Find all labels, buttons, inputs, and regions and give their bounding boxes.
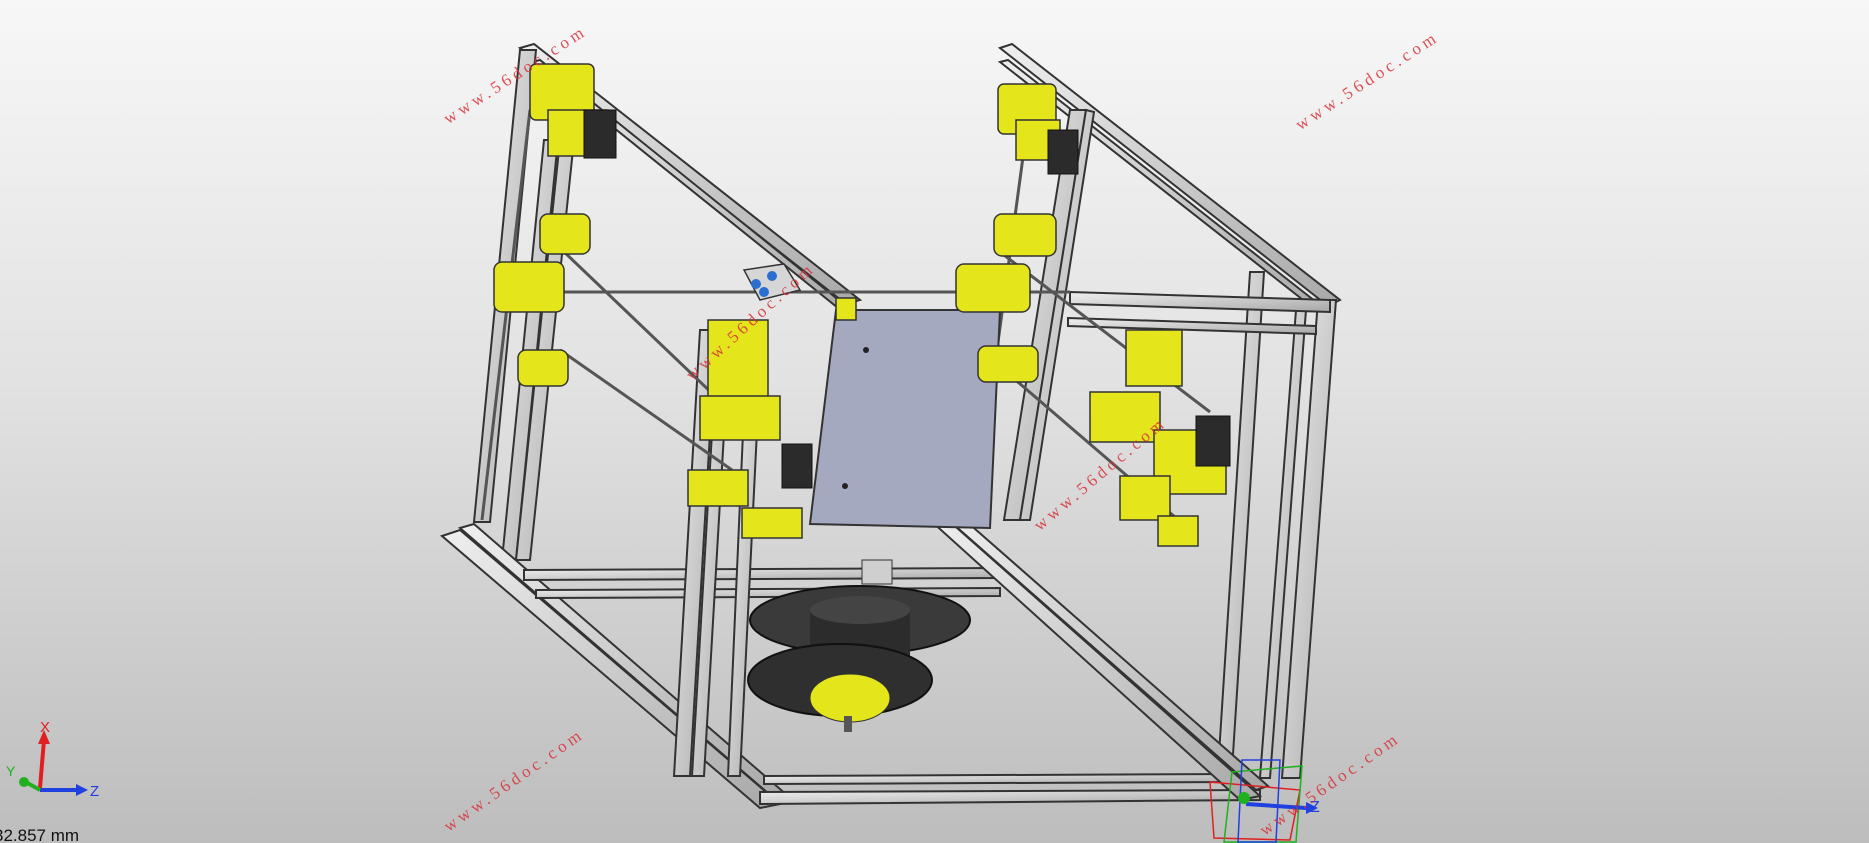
triad-z-label: Z [90,783,99,800]
cad-viewport[interactable]: Z www.56doc.com www.56doc.com www.56doc.… [0,0,1869,843]
view-triad[interactable]: X Y Z [0,718,110,808]
filament-spool [747,559,971,732]
scale-readout: 32.857 mm [0,826,80,843]
print-bed [808,309,1002,530]
triad-x-axis-icon [38,739,46,789]
triad-x-label: X [40,719,50,736]
printer-assembly-model[interactable]: Z [0,0,1869,843]
triad-y-label: Y [6,763,16,779]
